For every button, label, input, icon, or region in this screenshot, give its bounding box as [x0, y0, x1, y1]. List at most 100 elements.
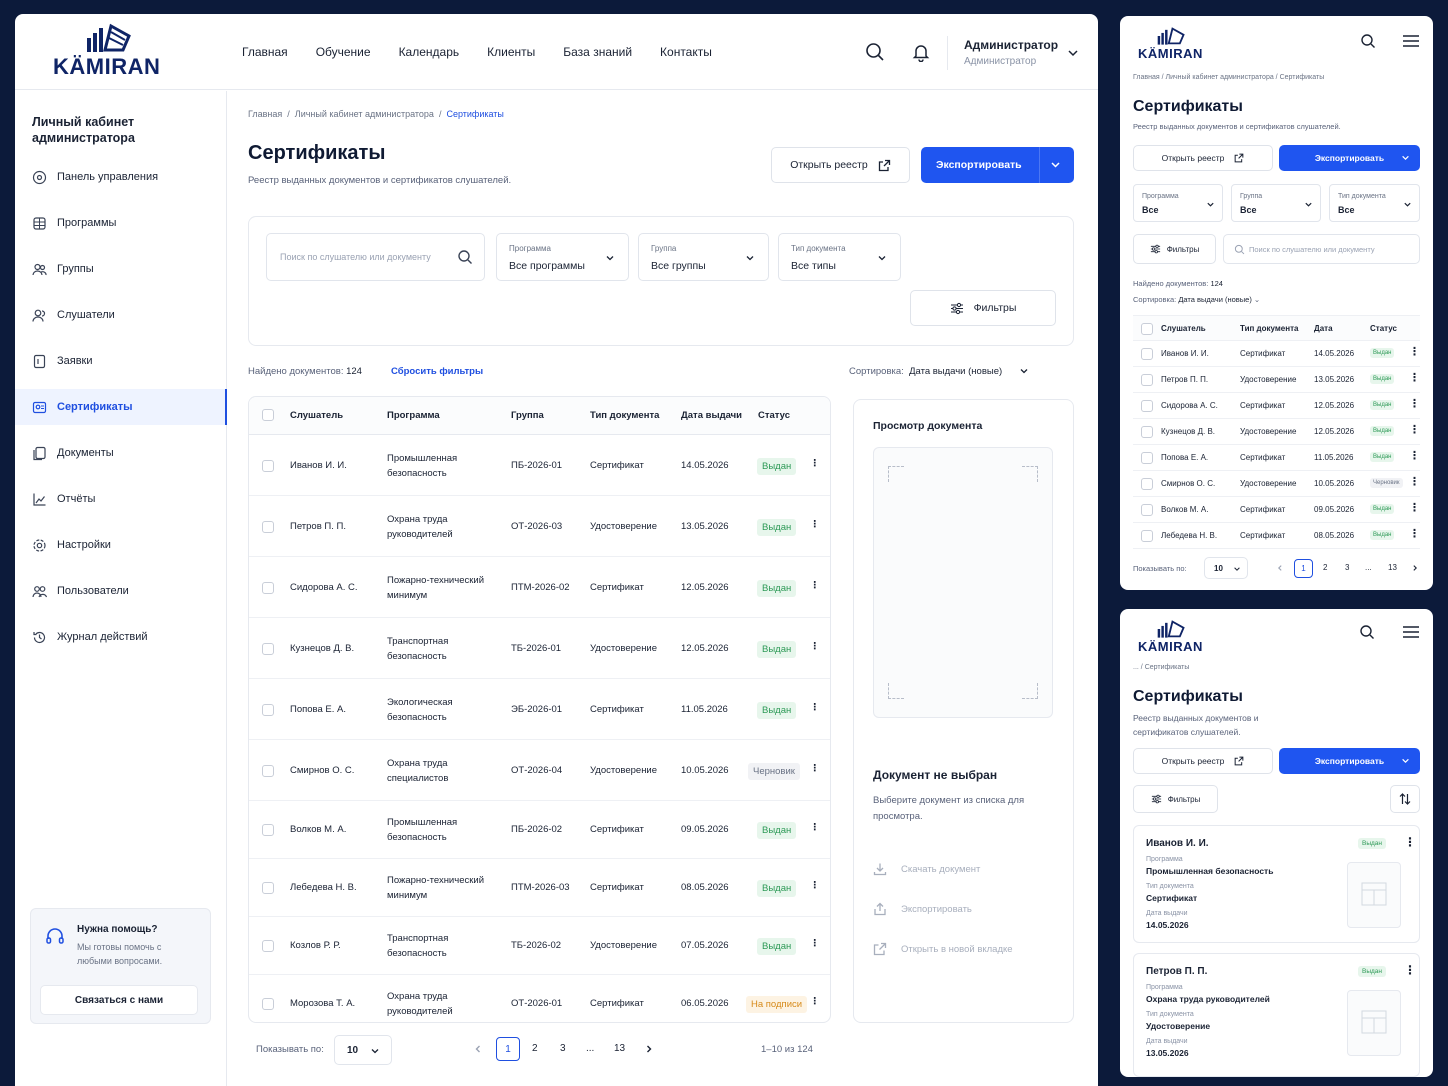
row-checkbox[interactable]	[1141, 400, 1153, 412]
col-group[interactable]: Группа	[511, 410, 544, 421]
more-actions-icon[interactable]: ⋮	[1409, 529, 1420, 540]
more-actions-icon[interactable]: ⋮	[810, 997, 820, 1007]
open-registry-button[interactable]: Открыть реестр	[771, 147, 910, 183]
table-row[interactable]: Смирнов О. С. Удостоверение 10.05.2026 Черн…	[1133, 471, 1420, 497]
sort-control[interactable]: Сортировка: Дата выдачи (новые) ⌄	[1133, 295, 1260, 304]
nav-contacts[interactable]: Контакты	[660, 45, 712, 59]
more-actions-icon[interactable]: ⋮	[1404, 836, 1416, 848]
group-select[interactable]: Группа Все группы	[638, 233, 769, 281]
page-3[interactable]: 3	[560, 1043, 566, 1054]
more-actions-icon[interactable]: ⋮	[1409, 451, 1420, 462]
sidebar-item-users[interactable]: Пользователи	[15, 573, 227, 609]
more-actions-icon[interactable]: ⋮	[810, 702, 820, 713]
open-registry-button[interactable]: Открыть реестр	[1133, 145, 1273, 171]
more-actions-icon[interactable]: ⋮	[1409, 425, 1420, 436]
crumb-ellipsis[interactable]: ...	[1133, 664, 1139, 671]
col-listener[interactable]: Слушатель	[290, 410, 343, 421]
more-actions-icon[interactable]: ⋮	[1409, 477, 1420, 488]
sidebar-item-dashboard[interactable]: Панель управления	[15, 159, 227, 195]
row-checkbox[interactable]	[1141, 426, 1153, 438]
row-checkbox[interactable]	[262, 940, 274, 952]
export-button[interactable]: Экспортировать	[1279, 145, 1420, 171]
row-checkbox[interactable]	[1141, 530, 1153, 542]
more-actions-icon[interactable]: ⋮	[1404, 964, 1416, 976]
row-checkbox[interactable]	[1141, 374, 1153, 386]
more-actions-icon[interactable]: ⋮	[810, 641, 820, 652]
nav-clients[interactable]: Клиенты	[487, 45, 535, 59]
nav-learning[interactable]: Обучение	[316, 45, 371, 59]
table-row[interactable]: Кузнецов Д. В. Транспортная безопасность Т…	[249, 618, 830, 679]
more-actions-icon[interactable]: ⋮	[1409, 399, 1420, 410]
user-menu[interactable]: Администратор Администратор	[964, 38, 1058, 67]
search-icon[interactable]	[1359, 624, 1375, 640]
chevron-down-icon[interactable]	[1019, 366, 1029, 376]
table-row[interactable]: Петров П. П. Охрана труда руководителей ОТ…	[249, 496, 830, 557]
search-input[interactable]: Поиск по слушателю или документу	[1223, 234, 1420, 264]
contact-us-button[interactable]: Связаться с нами	[40, 985, 198, 1015]
search-icon[interactable]	[1234, 244, 1245, 255]
sidebar-item-settings[interactable]: Настройки	[15, 527, 227, 563]
brand-logo[interactable]: KÄMIRAN	[53, 22, 160, 80]
table-row[interactable]: Сидорова А. С. Пожарно-технический миниму…	[249, 557, 830, 618]
nav-calendar[interactable]: Календарь	[399, 45, 460, 59]
export-document-action[interactable]: Экспортировать	[873, 902, 972, 916]
crumb-home[interactable]: Главная	[248, 109, 282, 119]
row-checkbox[interactable]	[1141, 478, 1153, 490]
table-row[interactable]: Попова Е. А. Сертификат 11.05.2026 Выдан ⋮	[1133, 445, 1420, 471]
sidebar-item-documents[interactable]: Документы	[15, 435, 227, 471]
table-row[interactable]: Иванов И. И. Промышленная безопасность ПБ-…	[249, 435, 830, 496]
table-row[interactable]: Попова Е. А. Экологическая безопасность ЭБ…	[249, 679, 830, 740]
more-actions-icon[interactable]: ⋮	[810, 823, 820, 833]
export-button[interactable]: Экспортировать	[1279, 748, 1420, 774]
document-thumbnail[interactable]	[1347, 990, 1401, 1056]
crumb-section[interactable]: Личный кабинет администратора	[295, 109, 434, 119]
row-checkbox[interactable]	[1141, 348, 1153, 360]
col-doc-type[interactable]: Тип документа	[1240, 324, 1298, 333]
chevron-left-icon[interactable]	[473, 1044, 483, 1054]
table-row[interactable]: Сидорова А. С. Сертификат 12.05.2026 Выдан ⋮	[1133, 393, 1420, 419]
nav-knowledge[interactable]: База знаний	[563, 45, 632, 59]
bell-icon[interactable]	[911, 42, 931, 62]
nav-home[interactable]: Главная	[242, 45, 288, 59]
col-status[interactable]: Статус	[758, 410, 790, 421]
table-row[interactable]: Козлов Р. Р. Транспортная безопасность ТБ-…	[249, 917, 830, 975]
col-date[interactable]: Дата выдачи	[681, 410, 742, 421]
table-row[interactable]: Лебедева Н. В. Пожарно-технический миниму…	[249, 859, 830, 917]
table-row[interactable]: Морозова Т. А. Охрана труда руководителей…	[249, 975, 830, 1022]
menu-icon[interactable]	[1402, 624, 1420, 640]
col-program[interactable]: Программа	[387, 410, 440, 421]
row-checkbox[interactable]	[1141, 452, 1153, 464]
page-13[interactable]: 13	[614, 1043, 625, 1054]
more-actions-icon[interactable]: ⋮	[1409, 503, 1420, 514]
sidebar-item-history[interactable]: Журнал действий	[15, 619, 227, 655]
per-page-select[interactable]: 10	[1204, 557, 1248, 579]
row-checkbox[interactable]	[262, 882, 274, 894]
row-checkbox[interactable]	[262, 998, 274, 1010]
page-2[interactable]: 2	[1323, 563, 1327, 572]
document-thumbnail[interactable]	[1347, 862, 1401, 928]
reset-filters-link[interactable]: Сбросить фильтры	[391, 366, 483, 377]
col-doc-type[interactable]: Тип документа	[590, 410, 659, 421]
chevron-down-icon[interactable]	[1067, 47, 1079, 59]
table-row[interactable]: Волков М. А. Сертификат 09.05.2026 Выдан ⋮	[1133, 497, 1420, 523]
search-icon[interactable]	[1360, 33, 1376, 49]
row-checkbox[interactable]	[262, 459, 274, 472]
sort-button[interactable]	[1390, 785, 1420, 813]
table-row[interactable]: Кузнецов Д. В. Удостоверение 12.05.2026 Выд…	[1133, 419, 1420, 445]
open-new-tab-action[interactable]: Открыть в новой вкладке	[873, 942, 1013, 956]
row-checkbox[interactable]	[262, 764, 274, 777]
chevron-right-icon[interactable]	[1411, 564, 1419, 572]
more-actions-icon[interactable]: ⋮	[810, 519, 820, 530]
search-input[interactable]: Поиск по слушателю или документу	[266, 233, 485, 281]
group-select[interactable]: Группа Все	[1231, 184, 1321, 222]
more-actions-icon[interactable]: ⋮	[810, 458, 820, 469]
search-icon[interactable]	[457, 249, 473, 265]
page-1[interactable]: 1	[1294, 559, 1313, 578]
chevron-down-icon[interactable]	[1401, 756, 1410, 765]
select-all-checkbox[interactable]	[1141, 323, 1153, 335]
more-actions-icon[interactable]: ⋮	[810, 881, 820, 891]
open-registry-button[interactable]: Открыть реестр	[1133, 748, 1273, 774]
crumb-section[interactable]: Личный кабинет администратора	[1166, 74, 1274, 81]
brand-logo[interactable]: KÄMIRAN	[1138, 26, 1203, 61]
col-status[interactable]: Статус	[1370, 324, 1397, 333]
